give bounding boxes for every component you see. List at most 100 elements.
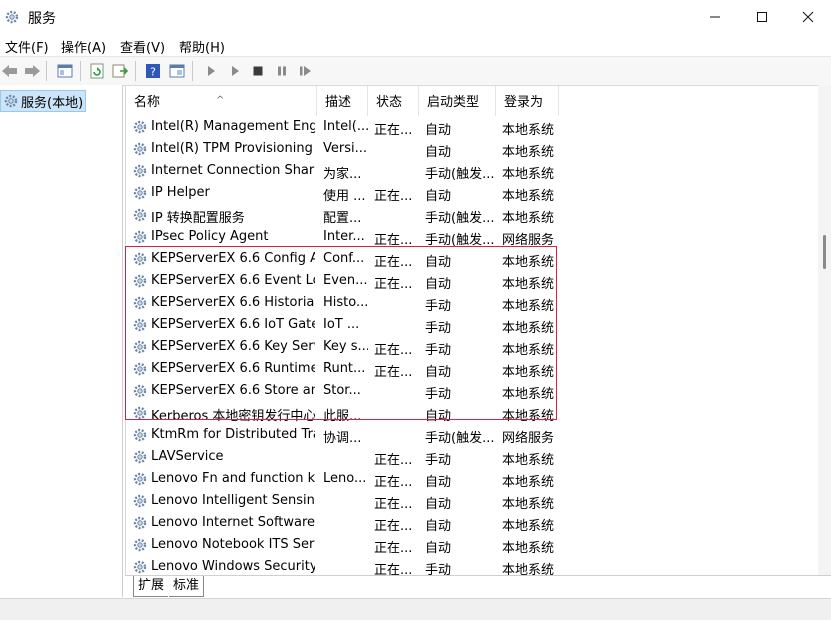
column-header-logon-as[interactable]: 登录为 bbox=[496, 86, 559, 116]
service-row[interactable]: KEPServerEX 6.6 Store and ... Stor... 手动 本地… bbox=[126, 380, 819, 402]
service-row[interactable]: IPsec Policy Agent Inter... 正在... 手动(触发... 网… bbox=[126, 226, 819, 248]
menu-file[interactable]: 文件(F) bbox=[5, 37, 49, 56]
service-gear-icon bbox=[132, 537, 148, 553]
menu-help[interactable]: 帮助(H) bbox=[179, 37, 225, 56]
back-arrow-icon[interactable] bbox=[0, 61, 20, 81]
service-row[interactable]: KEPServerEX 6.6 Historian Histo... 手动 本地系统 bbox=[126, 292, 819, 314]
service-description: Runt... bbox=[323, 361, 366, 376]
maximize-button[interactable] bbox=[739, 0, 785, 34]
service-gear-icon bbox=[132, 361, 148, 377]
service-row[interactable]: IP 转换配置服务 配置... 手动(触发... 本地系统 bbox=[126, 204, 819, 226]
service-row[interactable]: Kerberos 本地密钥发行中心 此服... 自动 本地系统 bbox=[126, 402, 819, 424]
service-startup-type: 自动 bbox=[425, 519, 452, 534]
service-startup-type: 手动 bbox=[425, 343, 452, 358]
service-logon-as: 网络服务 bbox=[502, 431, 555, 446]
forward-arrow-icon[interactable] bbox=[22, 61, 42, 81]
services-gear-icon bbox=[4, 9, 20, 25]
service-row[interactable]: KEPServerEX 6.6 Config AP... Conf... 正在...… bbox=[126, 248, 819, 270]
service-row[interactable]: Intel(R) TPM Provisioning S... Versi... 自动… bbox=[126, 138, 819, 160]
column-header-row: ^ 名称 描述 状态 启动类型 登录为 bbox=[126, 86, 819, 116]
pause-service-icon[interactable] bbox=[272, 61, 292, 81]
service-status: 正在... bbox=[374, 453, 413, 468]
tree-node-services-local[interactable]: 服务(本地) bbox=[0, 90, 86, 112]
service-status: 正在... bbox=[374, 123, 413, 138]
service-description: IoT ... bbox=[323, 317, 360, 332]
service-row[interactable]: Lenovo Fn and function ke... Leno... 正在...… bbox=[126, 468, 819, 490]
service-status: 正在... bbox=[374, 475, 413, 490]
service-status: 正在... bbox=[374, 365, 413, 380]
column-header-startup-type[interactable]: 启动类型 bbox=[419, 86, 496, 116]
service-row[interactable]: KtmRm for Distributed Tra... 协调... 手动(触发..… bbox=[126, 424, 819, 446]
service-status: 正在... bbox=[374, 497, 413, 512]
show-hide-tree-icon[interactable] bbox=[55, 61, 75, 81]
service-name: KtmRm for Distributed Tra... bbox=[151, 427, 315, 442]
service-name: KEPServerEX 6.6 IoT Gatew... bbox=[151, 317, 315, 332]
service-startup-type: 自动 bbox=[425, 189, 452, 204]
service-gear-icon bbox=[132, 273, 148, 289]
service-name: Lenovo Fn and function ke... bbox=[151, 471, 315, 486]
service-logon-as: 本地系统 bbox=[502, 541, 555, 556]
menu-action[interactable]: 操作(A) bbox=[61, 37, 106, 56]
vertical-scrollbar[interactable] bbox=[818, 85, 831, 575]
start-service-icon[interactable] bbox=[201, 61, 221, 81]
title-bar: 服务 bbox=[0, 0, 831, 34]
refresh-icon[interactable] bbox=[87, 61, 107, 81]
service-row[interactable]: Internet Connection Sharin... 为家... 手动(触发.… bbox=[126, 160, 819, 182]
service-name: KEPServerEX 6.6 Key Service bbox=[151, 339, 315, 354]
service-row[interactable]: Lenovo Intelligent Sensing ... 正在... 自动 本地系… bbox=[126, 490, 819, 512]
column-header-status[interactable]: 状态 bbox=[368, 86, 419, 116]
service-row[interactable]: IP Helper 使用 ... 正在... 自动 本地系统 bbox=[126, 182, 819, 204]
service-startup-type: 自动 bbox=[425, 541, 452, 556]
service-gear-icon bbox=[132, 471, 148, 487]
service-row[interactable]: Lenovo Internet Software F... 正在... 自动 本地系统 bbox=[126, 512, 819, 534]
stop-service-icon[interactable] bbox=[248, 61, 268, 81]
service-startup-type: 手动 bbox=[425, 387, 452, 402]
service-logon-as: 网络服务 bbox=[502, 233, 555, 248]
service-row[interactable]: KEPServerEX 6.6 Runtime Runt... 正在... 自动 本地系… bbox=[126, 358, 819, 380]
service-logon-as: 本地系统 bbox=[502, 497, 555, 512]
service-row[interactable]: KEPServerEX 6.6 Event Log... Even... 正在...… bbox=[126, 270, 819, 292]
service-gear-icon bbox=[132, 405, 148, 421]
service-name: Kerberos 本地密钥发行中心 bbox=[151, 409, 315, 424]
service-status: 正在... bbox=[374, 233, 413, 248]
start-service-alt-icon[interactable] bbox=[225, 61, 245, 81]
service-description: 配置... bbox=[323, 211, 362, 226]
service-gear-icon bbox=[132, 383, 148, 399]
properties-pane-icon[interactable] bbox=[167, 61, 187, 81]
service-gear-icon bbox=[132, 141, 148, 157]
service-row[interactable]: Lenovo Notebook ITS Serv... 正在... 自动 本地系统 bbox=[126, 534, 819, 556]
service-row[interactable]: Intel(R) Management Engi... Intel(... 正在..… bbox=[126, 116, 819, 138]
service-description: Stor... bbox=[323, 383, 361, 398]
service-logon-as: 本地系统 bbox=[502, 475, 555, 490]
service-logon-as: 本地系统 bbox=[502, 167, 555, 182]
tab-standard[interactable]: 标准 bbox=[169, 576, 205, 597]
column-header-description[interactable]: 描述 bbox=[317, 86, 368, 116]
service-row[interactable]: LAVService 正在... 手动 本地系统 bbox=[126, 446, 819, 468]
service-logon-as: 本地系统 bbox=[502, 409, 555, 424]
service-status: 正在... bbox=[374, 277, 413, 292]
scrollbar-thumb[interactable] bbox=[823, 235, 826, 269]
service-status: 正在... bbox=[374, 541, 413, 556]
service-name: KEPServerEX 6.6 Historian bbox=[151, 295, 315, 310]
restart-service-icon[interactable] bbox=[296, 61, 316, 81]
minimize-button[interactable] bbox=[692, 0, 738, 34]
service-gear-icon bbox=[132, 449, 148, 465]
menu-view[interactable]: 查看(V) bbox=[120, 37, 165, 56]
service-startup-type: 自动 bbox=[425, 365, 452, 380]
column-header-name[interactable]: ^ 名称 bbox=[126, 86, 317, 116]
service-row[interactable]: KEPServerEX 6.6 Key Service Key s... 正在...… bbox=[126, 336, 819, 358]
service-name: Lenovo Notebook ITS Serv... bbox=[151, 537, 315, 552]
service-logon-as: 本地系统 bbox=[502, 145, 555, 160]
tree-node-label: 服务(本地) bbox=[21, 95, 84, 111]
service-description: 协调... bbox=[323, 431, 362, 446]
service-row[interactable]: KEPServerEX 6.6 IoT Gatew... IoT ... 手动 本地系… bbox=[126, 314, 819, 336]
export-list-icon[interactable] bbox=[110, 61, 130, 81]
help-icon[interactable]: ? bbox=[143, 61, 163, 81]
service-name: IP 转换配置服务 bbox=[151, 211, 245, 226]
service-startup-type: 自动 bbox=[425, 497, 452, 512]
service-name: IPsec Policy Agent bbox=[151, 229, 269, 244]
close-button[interactable] bbox=[785, 0, 831, 34]
tab-extended[interactable]: 扩展 bbox=[133, 576, 169, 597]
service-status: 正在... bbox=[374, 255, 413, 270]
service-name: LAVService bbox=[151, 449, 224, 464]
